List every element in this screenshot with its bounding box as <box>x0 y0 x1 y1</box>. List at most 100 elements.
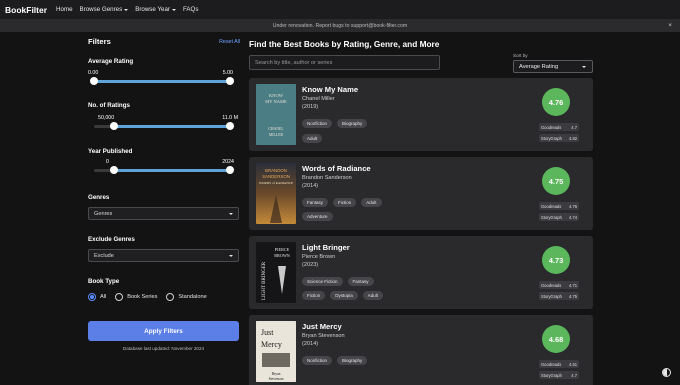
book-cover-know-my-name[interactable]: KNOW MY NAME CHANEL MILLER <box>256 84 296 145</box>
goodreads-label: Goodreads <box>541 203 562 209</box>
close-icon[interactable]: × <box>668 22 672 29</box>
page-title: Find the Best Books by Rating, Genre, an… <box>249 39 440 49</box>
book-title[interactable]: Just Mercy <box>302 322 342 331</box>
avg-rating-slider[interactable] <box>90 77 234 86</box>
goodreads-label: Goodreads <box>541 282 562 288</box>
book-author: Bryan Stevenson <box>302 333 345 339</box>
genre-tag[interactable]: Nonfiction <box>302 119 333 128</box>
goodreads-label: Goodreads <box>541 124 562 130</box>
tag-row: Adventure <box>302 212 338 221</box>
book-title[interactable]: Light Bringer <box>302 243 350 252</box>
goodreads-value: 4.71 <box>569 282 577 288</box>
year-max-handle[interactable] <box>226 166 234 175</box>
num-ratings-slider[interactable] <box>94 122 234 131</box>
nav-browse-year[interactable]: Browse Year <box>135 6 176 13</box>
book-card[interactable]: KNOW MY NAME CHANEL MILLER Know My Name … <box>249 78 593 151</box>
svg-text:WORDS of RADIANCE: WORDS of RADIANCE <box>259 181 293 185</box>
genres-select[interactable]: Genres <box>88 207 239 220</box>
num-ratings-min-handle[interactable] <box>110 122 119 131</box>
tag-row: Adult <box>302 134 327 143</box>
reset-all-link[interactable]: Reset All <box>219 39 240 45</box>
svg-text:MILLER: MILLER <box>269 133 284 137</box>
year-slider[interactable] <box>94 166 234 175</box>
svg-text:KNOW: KNOW <box>269 93 284 98</box>
avg-rating-max-handle[interactable] <box>226 77 234 86</box>
theme-toggle-icon[interactable] <box>662 368 671 377</box>
book-author: Pierce Brown <box>302 254 336 260</box>
num-ratings-fill <box>114 125 230 128</box>
radio-all-label[interactable]: All <box>100 294 106 300</box>
genre-tag[interactable]: Biography <box>337 356 368 365</box>
genre-tag[interactable]: Science Fiction <box>302 277 343 286</box>
nav-browse-year-label: Browse Year <box>135 6 170 13</box>
book-card[interactable]: Just Mercy Bryan Stevenson Just Mercy Br… <box>249 315 593 385</box>
nav-faqs[interactable]: FAQs <box>183 6 198 13</box>
book-title[interactable]: Know My Name <box>302 85 358 94</box>
goodreads-value: 4.51 <box>569 361 577 367</box>
radio-book-series[interactable] <box>115 293 124 301</box>
year-min-handle[interactable] <box>110 166 119 175</box>
genre-tag[interactable]: Biography <box>337 119 368 128</box>
book-year: (2023) <box>302 261 319 268</box>
brand-logo[interactable]: BookFilter <box>5 5 47 15</box>
svg-text:SANDERSON: SANDERSON <box>262 174 290 179</box>
svg-text:Just: Just <box>261 328 274 337</box>
filters-title: Filters <box>88 37 111 46</box>
genre-tag[interactable]: Nonfiction <box>302 356 333 365</box>
nav-browse-genres-label: Browse Genres <box>79 6 123 13</box>
svg-text:BRANDON: BRANDON <box>265 168 287 173</box>
nav-home-label: Home <box>56 6 73 13</box>
sort-select[interactable]: Average Rating <box>513 60 593 73</box>
svg-text:PIERCE: PIERCE <box>275 247 290 252</box>
sidebar-header: Filters Reset All <box>88 37 240 46</box>
book-year: (2014) <box>302 182 319 189</box>
book-author: Chanel Miller <box>302 96 335 102</box>
book-card[interactable]: BRANDON SANDERSON WORDS of RADIANCE Word… <box>249 157 593 230</box>
score-badge: 4.75 <box>542 167 570 195</box>
radio-book-series-label[interactable]: Book Series <box>127 294 157 300</box>
book-cover-light-bringer[interactable]: PIERCE BROWN LIGHT BRINGER <box>256 242 296 303</box>
avg-rating-fill <box>94 80 230 83</box>
storygraph-value: 4.75 <box>569 293 577 299</box>
avg-rating-min-handle[interactable] <box>90 77 98 86</box>
num-ratings-min: 50,000 <box>98 115 115 121</box>
chevron-down-icon <box>171 8 176 11</box>
storygraph-rating: StoryGraph 4.7 <box>539 371 579 379</box>
year-min: 0 <box>106 159 109 165</box>
nav-home[interactable]: Home <box>56 6 73 13</box>
svg-text:CHANEL: CHANEL <box>268 127 284 131</box>
apply-filters-button[interactable]: Apply Filters <box>88 321 239 341</box>
genre-tag[interactable]: Fantasy <box>302 198 329 207</box>
search-input[interactable]: Search by title, author or series <box>249 55 440 70</box>
exclude-genres-label: Exclude Genres <box>88 236 135 243</box>
score-badge: 4.73 <box>542 246 570 274</box>
genre-tag[interactable]: Fiction <box>302 291 326 300</box>
genre-tag[interactable]: Adult <box>361 198 382 207</box>
svg-text:Stevenson: Stevenson <box>269 377 284 381</box>
svg-text:Mercy: Mercy <box>261 340 282 349</box>
score-badge: 4.68 <box>542 325 570 353</box>
genre-tag[interactable]: Fiction <box>333 198 357 207</box>
genre-tag[interactable]: Adult <box>302 134 323 143</box>
book-title[interactable]: Words of Radiance <box>302 164 371 173</box>
radio-all[interactable] <box>88 293 96 301</box>
exclude-genres-select[interactable]: Exclude <box>88 249 239 262</box>
nav-browse-genres[interactable]: Browse Genres <box>80 6 129 13</box>
radio-standalone[interactable] <box>166 293 175 301</box>
top-nav: BookFilter Home Browse Genres Browse Yea… <box>0 0 680 19</box>
genre-tag[interactable]: Fantasy <box>347 277 374 286</box>
book-cover-words-of-radiance[interactable]: BRANDON SANDERSON WORDS of RADIANCE <box>256 163 296 224</box>
book-cover-just-mercy[interactable]: Just Mercy Bryan Stevenson <box>256 321 296 382</box>
storygraph-label: StoryGraph <box>541 293 562 299</box>
svg-text:LIGHT BRINGER: LIGHT BRINGER <box>262 261 267 300</box>
book-card[interactable]: PIERCE BROWN LIGHT BRINGER Light Bringer… <box>249 236 593 309</box>
num-ratings-max-handle[interactable] <box>226 122 234 131</box>
tag-row: Fiction Dystopia Adult <box>302 291 388 300</box>
storygraph-label: StoryGraph <box>541 214 562 220</box>
goodreads-label: Goodreads <box>541 361 562 367</box>
radio-standalone-label[interactable]: Standalone <box>178 294 206 300</box>
genre-tag[interactable]: Adult <box>362 291 384 300</box>
genre-tag[interactable]: Adventure <box>302 212 333 221</box>
book-year: (2019) <box>302 103 319 110</box>
genre-tag[interactable]: Dystopia <box>330 291 358 300</box>
